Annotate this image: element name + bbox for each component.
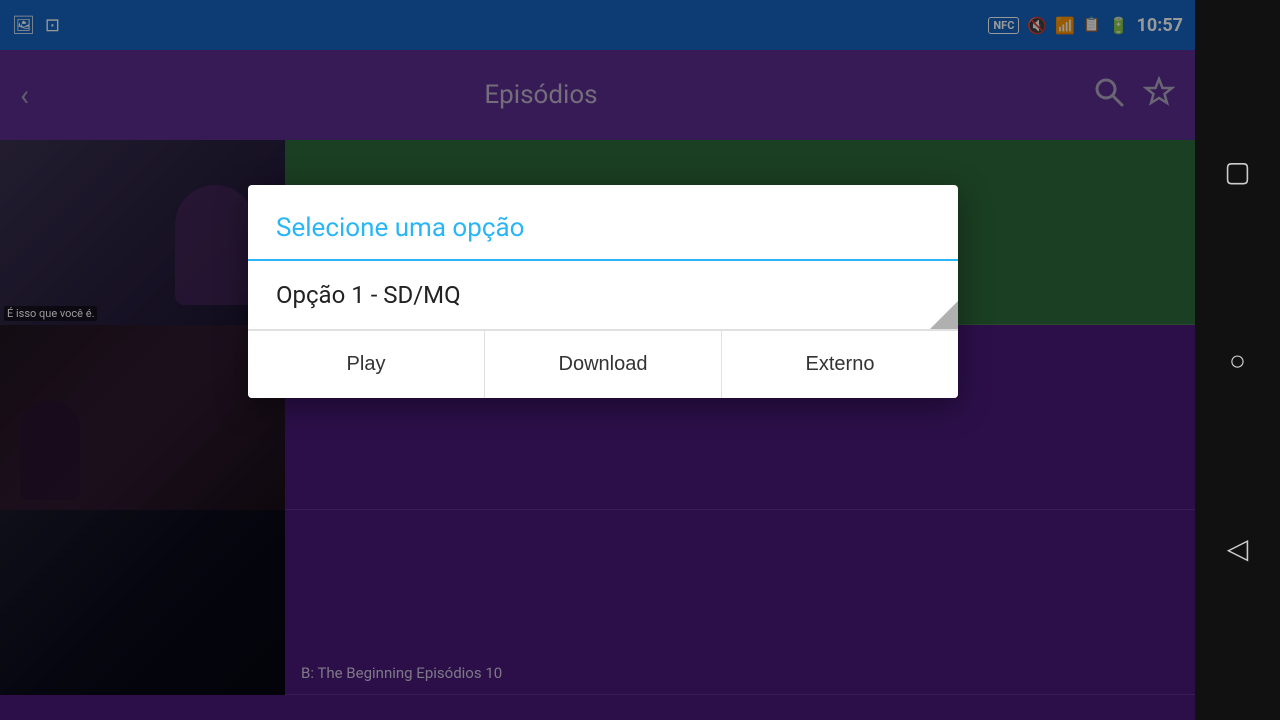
corner-decoration (930, 301, 958, 329)
android-nav-bar: ▢ ○ ◁ (1195, 0, 1280, 720)
external-button[interactable]: Externo (722, 331, 958, 398)
dialog-title-section: Selecione uma opção (248, 185, 958, 261)
play-button[interactable]: Play (248, 331, 485, 398)
dialog-title: Selecione uma opção (276, 213, 524, 243)
dialog: Selecione uma opção Opção 1 - SD/MQ Play… (248, 185, 958, 398)
download-button[interactable]: Download (485, 331, 722, 398)
recent-apps-button[interactable]: ▢ (1224, 155, 1250, 188)
dialog-content: Opção 1 - SD/MQ (248, 261, 958, 330)
dialog-actions: Play Download Externo (248, 330, 958, 398)
home-button[interactable]: ○ (1229, 344, 1246, 377)
option-text: Opção 1 - SD/MQ (276, 281, 461, 309)
back-nav-button[interactable]: ◁ (1227, 532, 1249, 565)
